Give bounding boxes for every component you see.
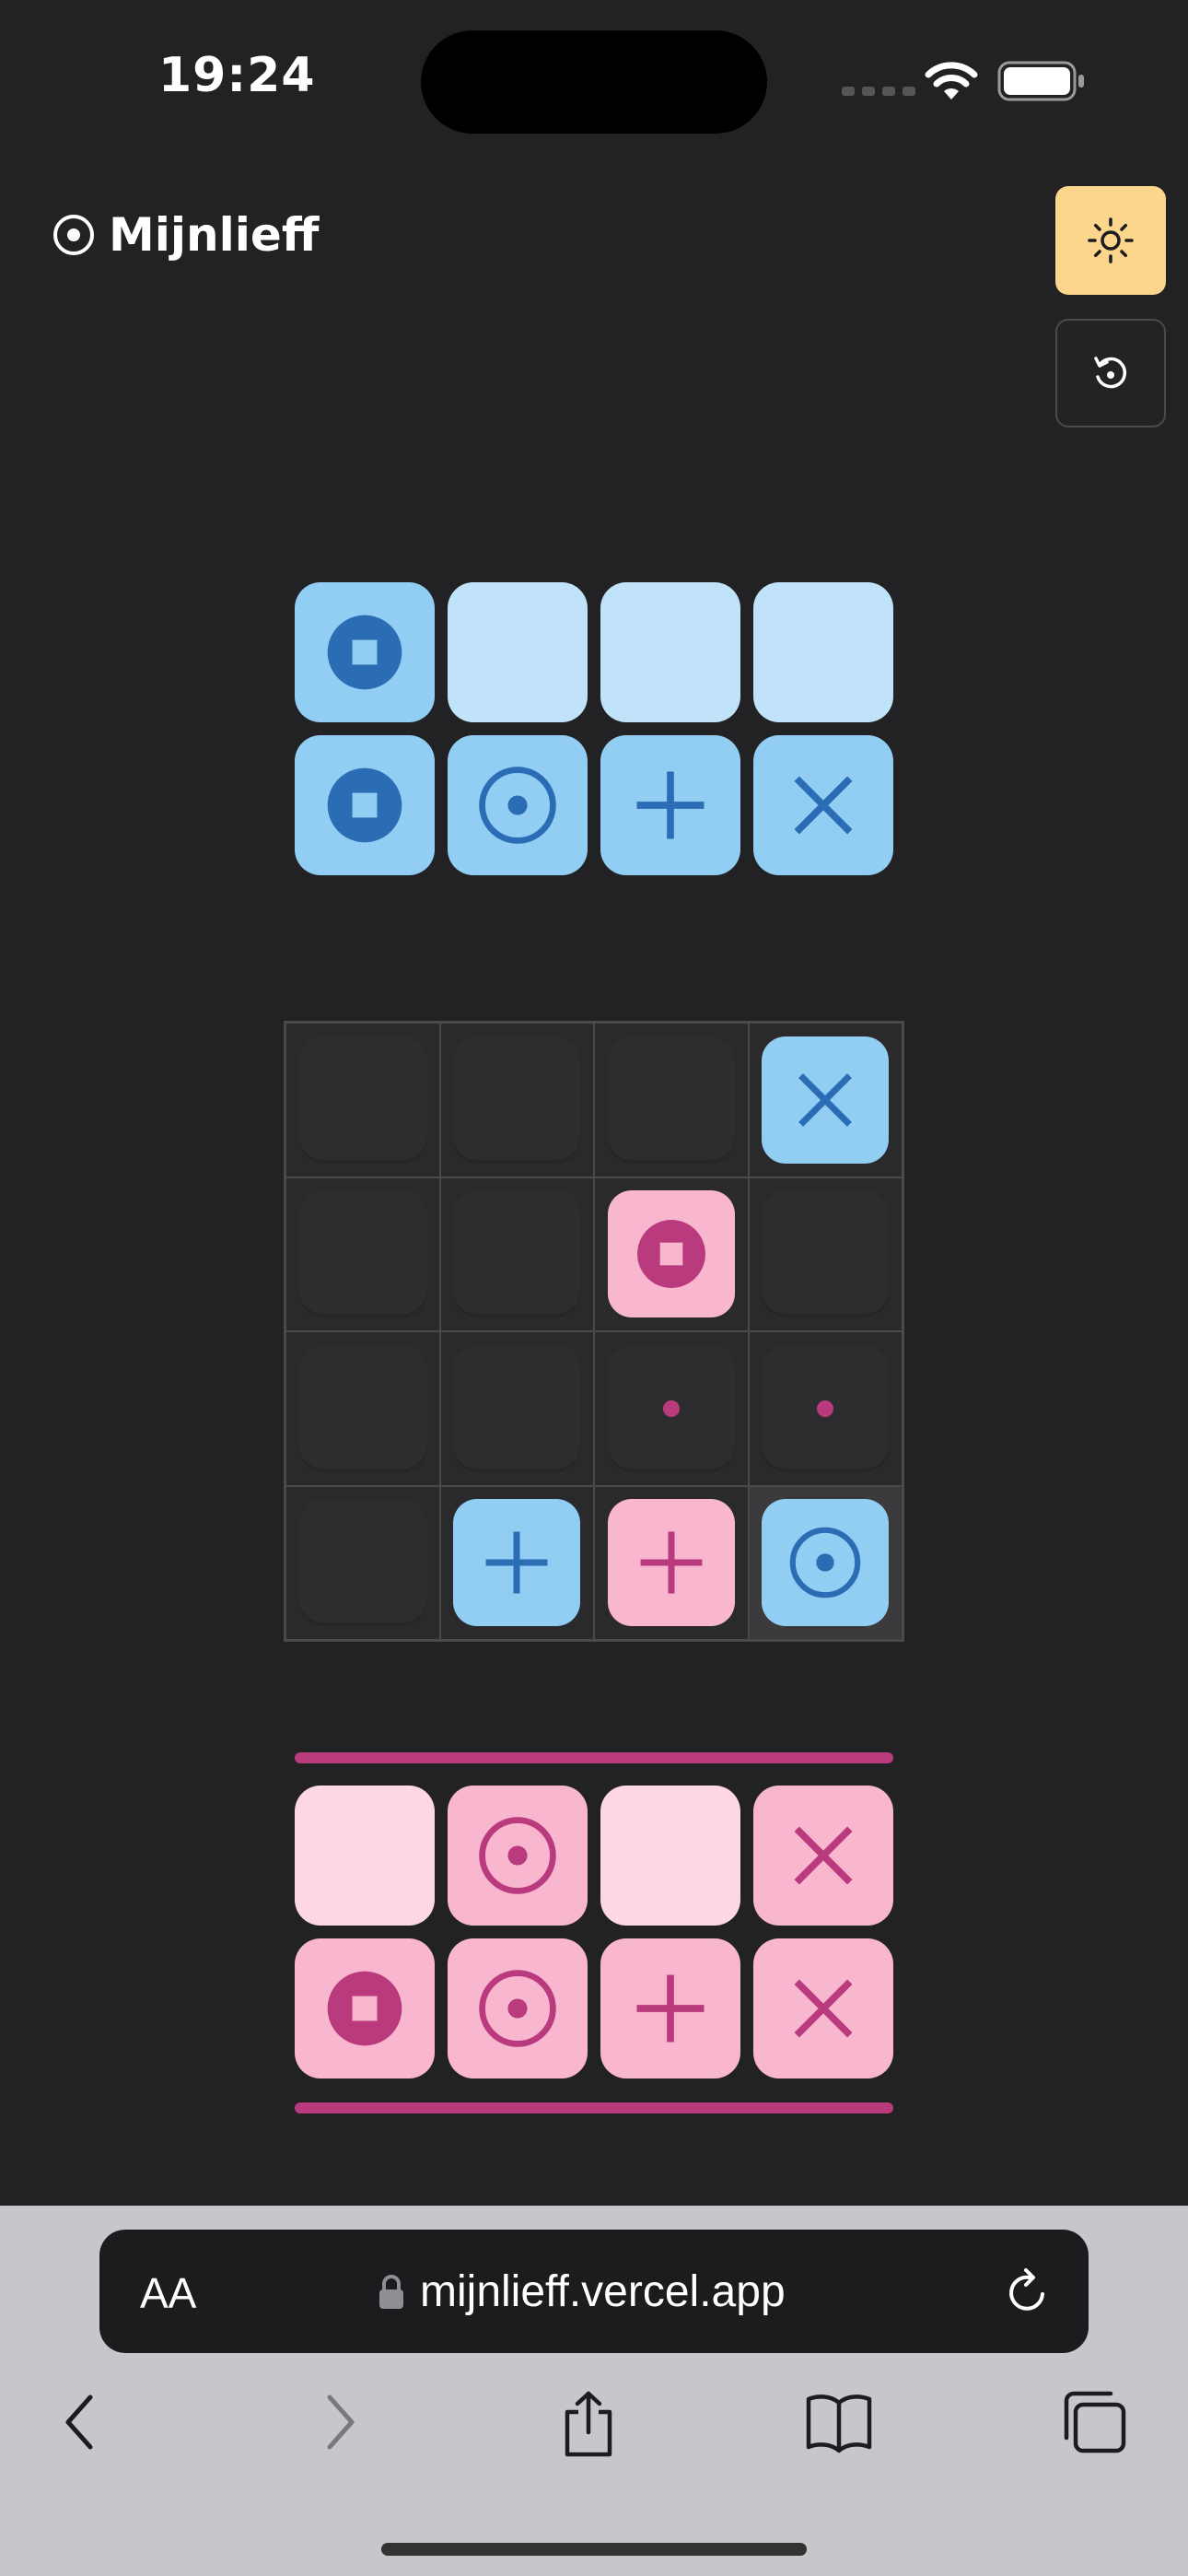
hand-piece-diagonal[interactable] [753, 1786, 893, 1926]
board-cell[interactable] [748, 1177, 903, 1331]
empty-slot [298, 1190, 426, 1318]
active-player-bar-top [295, 1752, 893, 1763]
text-size-label: AA [140, 2269, 197, 2317]
player-hand [295, 1786, 893, 2078]
hand-slot-empty [295, 1786, 435, 1926]
blue-piece-toplight [762, 1499, 890, 1627]
board-cell[interactable] [748, 1331, 903, 1486]
straight-icon [640, 1531, 703, 1594]
battery-icon [997, 61, 1084, 101]
hand-slot-empty [600, 1786, 740, 1926]
dynamic-island [421, 30, 767, 134]
empty-slot [453, 1190, 581, 1318]
toplight-icon [479, 1817, 556, 1894]
sun-icon [1088, 217, 1134, 263]
board-cell[interactable] [594, 1485, 749, 1640]
toplight-icon [479, 1970, 556, 2047]
empty-slot [298, 1036, 426, 1164]
pusher-icon [327, 615, 402, 690]
app-brand[interactable]: Mijnlieff [52, 208, 319, 262]
text-size-button[interactable]: AA [140, 2268, 196, 2318]
blue-piece-straight [453, 1499, 581, 1627]
bookmarks-icon[interactable] [805, 2390, 873, 2454]
hand-piece-straight[interactable] [600, 735, 740, 875]
tabs-icon[interactable] [1059, 2390, 1127, 2456]
board-cell[interactable] [285, 1485, 440, 1640]
active-player-bar-bottom [295, 2102, 893, 2113]
blue-piece-diagonal [762, 1036, 890, 1164]
wifi-icon [925, 62, 978, 100]
share-icon[interactable] [558, 2390, 619, 2460]
board-cell[interactable] [439, 1023, 594, 1177]
opponent-hand [295, 582, 893, 875]
board-cell[interactable] [748, 1023, 903, 1177]
diagonal-icon [794, 1979, 853, 2038]
pusher-icon [327, 767, 402, 843]
valid-move-dot [662, 1399, 680, 1417]
hand-piece-toplight[interactable] [448, 735, 588, 875]
board-cell[interactable] [439, 1177, 594, 1331]
board-cell[interactable] [748, 1485, 903, 1640]
reload-icon[interactable] [1002, 2263, 1054, 2318]
straight-icon [485, 1531, 548, 1594]
app-title: Mijnlieff [109, 208, 320, 262]
empty-slot [298, 1344, 426, 1472]
pink-piece-straight [607, 1499, 735, 1627]
board-cell[interactable] [594, 1023, 749, 1177]
empty-slot [453, 1344, 581, 1472]
restart-button[interactable] [1055, 319, 1166, 427]
empty-slot [453, 1036, 581, 1164]
diagonal-icon [794, 1826, 853, 1885]
hand-piece-toplight[interactable] [448, 1786, 588, 1926]
hand-slot-empty [448, 582, 588, 722]
valid-move-slot [762, 1344, 890, 1472]
hand-piece-pusher[interactable] [295, 582, 435, 722]
status-time: 19:24 [158, 48, 316, 103]
diagonal-icon [794, 776, 853, 835]
hand-slot-empty [753, 582, 893, 722]
back-icon[interactable] [57, 2390, 103, 2454]
straight-icon [636, 771, 705, 839]
board-cell[interactable] [285, 1331, 440, 1486]
valid-move-dot [817, 1399, 834, 1417]
game-board [284, 1021, 904, 1642]
board-cell[interactable] [285, 1023, 440, 1177]
lock-icon [379, 2274, 403, 2309]
board-cell[interactable] [594, 1177, 749, 1331]
pusher-icon [636, 1220, 705, 1289]
empty-slot [762, 1190, 890, 1318]
hand-piece-pusher[interactable] [295, 735, 435, 875]
toplight-icon [789, 1527, 861, 1598]
straight-icon [636, 1974, 705, 2043]
hand-piece-diagonal[interactable] [753, 1938, 893, 2078]
board-cell[interactable] [285, 1177, 440, 1331]
hand-piece-diagonal[interactable] [753, 735, 893, 875]
pink-piece-pusher [607, 1190, 735, 1318]
pusher-icon [327, 1971, 402, 2046]
restart-icon [1094, 357, 1127, 389]
hand-piece-pusher[interactable] [295, 1938, 435, 2078]
home-indicator [381, 2543, 807, 2556]
forward-icon[interactable] [317, 2390, 363, 2454]
diagonal-icon [798, 1072, 853, 1127]
board-cell[interactable] [439, 1331, 594, 1486]
valid-move-slot [607, 1344, 735, 1472]
empty-slot [607, 1036, 735, 1164]
url-text: mijnlieff.vercel.app [420, 2267, 786, 2316]
board-cell[interactable] [439, 1485, 594, 1640]
empty-slot [298, 1499, 426, 1627]
board-cell[interactable] [594, 1331, 749, 1486]
hand-piece-toplight[interactable] [448, 1938, 588, 2078]
toplight-icon [479, 767, 556, 844]
url-display[interactable]: mijnlieff.vercel.app [378, 2266, 786, 2317]
toplight-logo-icon [53, 215, 94, 255]
cellular-signal-icon [842, 87, 915, 96]
hand-slot-empty [600, 582, 740, 722]
theme-toggle-button[interactable] [1055, 186, 1166, 295]
hand-piece-straight[interactable] [600, 1938, 740, 2078]
